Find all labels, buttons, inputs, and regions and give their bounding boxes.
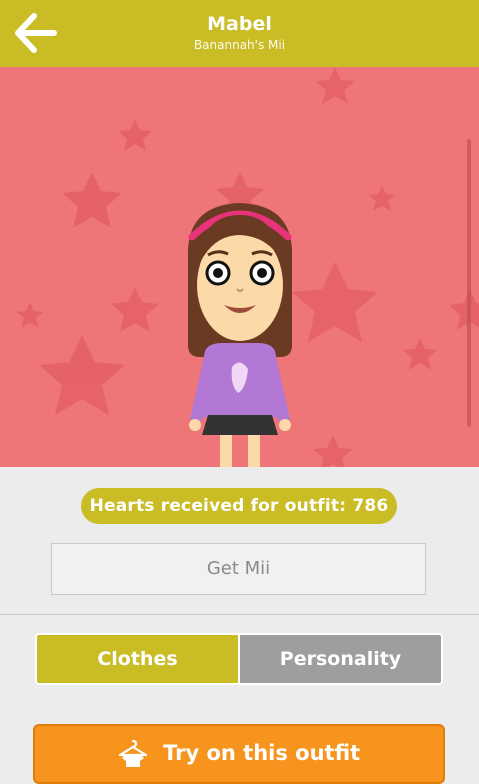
mii-stage: [0, 67, 479, 467]
page-title: Mabel: [207, 13, 272, 35]
try-on-label: Try on this outfit: [163, 741, 361, 765]
background-star: [449, 289, 479, 330]
background-star: [292, 262, 378, 342]
background-star: [111, 287, 159, 332]
top-bar: Mabel Banannah's Mii: [0, 0, 479, 67]
background-star: [313, 435, 353, 467]
background-star: [118, 119, 152, 151]
background-star: [368, 185, 396, 211]
scrollbar[interactable]: [467, 139, 471, 427]
tab-bar: Clothes Personality: [35, 633, 443, 685]
tab-personality[interactable]: Personality: [240, 635, 441, 683]
page-subtitle: Banannah's Mii: [193, 38, 286, 52]
background-star: [16, 302, 44, 328]
background-star: [39, 335, 125, 415]
get-mii-button[interactable]: Get Mii: [51, 543, 426, 595]
hearts-received-badge: Hearts received for outfit: 786: [81, 488, 397, 524]
divider: [0, 614, 479, 615]
try-on-outfit-button[interactable]: Try on this outfit: [33, 724, 445, 784]
title-block: Mabel Banannah's Mii: [0, 13, 479, 53]
tab-clothes[interactable]: Clothes: [37, 635, 238, 683]
background-star: [62, 172, 122, 228]
background-star: [403, 338, 437, 370]
hanger-shirt-icon: [118, 739, 147, 767]
mii-character: [187, 203, 293, 467]
background-star: [315, 67, 355, 104]
